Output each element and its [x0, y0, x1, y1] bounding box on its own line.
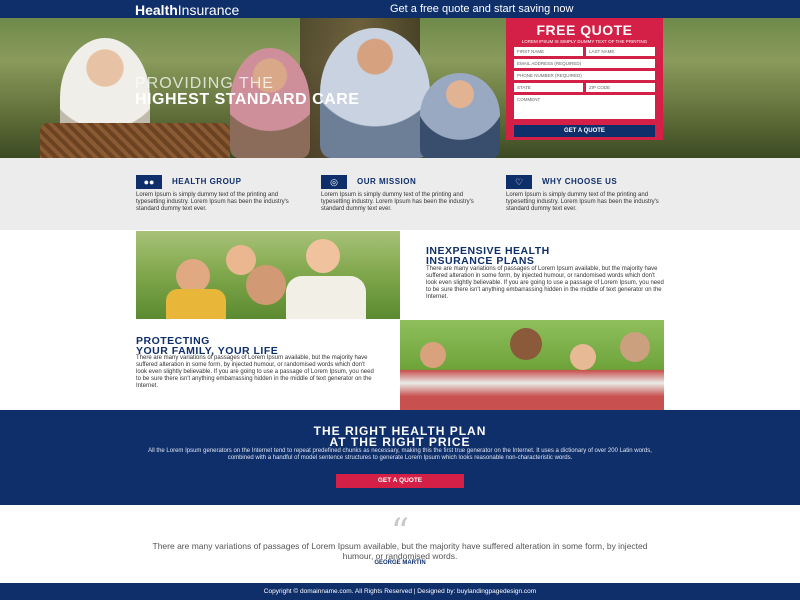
plans-title-line2: INSURANCE PLANS — [426, 255, 535, 267]
feature-text: Lorem Ipsum is simply dummy text of the … — [136, 192, 289, 212]
logo-rest: Insurance — [177, 2, 240, 18]
picnic-photo — [400, 320, 664, 410]
white-shirt — [286, 276, 366, 319]
header-tagline: Get a free quote and start saving now — [390, 3, 574, 15]
logo[interactable]: HealthInsurance — [135, 2, 239, 18]
child-face — [176, 259, 210, 293]
hero-title-line2: HIGHEST STANDARD CARE — [135, 91, 360, 108]
feature-title: OUR MISSION — [357, 177, 417, 186]
logo-bold: Health — [135, 2, 178, 18]
yellow-shirt — [166, 289, 226, 319]
cta-title-line2: AT THE RIGHT PRICE — [329, 435, 471, 449]
last-name-field[interactable]: LAST NAME — [586, 47, 655, 56]
feature-text: Lorem Ipsum is simply dummy text of the … — [506, 192, 659, 212]
handshake-icon: ♡ — [506, 175, 532, 189]
get-quote-button[interactable]: GET A QUOTE — [514, 125, 655, 137]
email-field[interactable]: EMAIL ADDRESS (REQUIRED) — [514, 59, 655, 68]
mission-icon: ◎ — [321, 175, 347, 189]
testimonial-author: GEORGE MARTIN — [374, 560, 426, 566]
hero-image: PROVIDING THE HIGHEST STANDARD CARE — [0, 18, 800, 158]
phone-field[interactable]: PHONE NUMBER (REQUIRED) — [514, 71, 655, 80]
protect-title: PROTECTING YOUR FAMILY, YOUR LIFE — [136, 336, 278, 357]
boy-face — [420, 342, 446, 368]
cta-text: All the Lorem Ipsum generators on the In… — [148, 448, 652, 461]
picnic-basket — [40, 123, 230, 158]
boy-figure — [420, 73, 500, 158]
mother-face — [306, 239, 340, 273]
feature-title: HEALTH GROUP — [172, 177, 242, 186]
protect-text: There are many variations of passages of… — [136, 355, 374, 389]
girl-face — [570, 344, 596, 370]
cta-title: THE RIGHT HEALTH PLAN AT THE RIGHT PRICE — [0, 425, 800, 449]
plans-text: There are many variations of passages of… — [426, 266, 664, 300]
feature-title: WHY CHOOSE US — [542, 177, 618, 186]
footer: Copyright © domainname.com. All Rights R… — [0, 583, 800, 600]
quote-form-title: FREE QUOTE — [536, 22, 633, 38]
cta-section: THE RIGHT HEALTH PLAN AT THE RIGHT PRICE… — [0, 410, 800, 505]
mother-face — [510, 328, 542, 360]
state-field[interactable]: STATE — [514, 83, 583, 92]
first-name-field[interactable]: FIRST NAME — [514, 47, 583, 56]
quote-form: FREE QUOTE LOREM IPSUM IS SIMPLY DUMMY T… — [506, 18, 663, 140]
quote-form-subtitle: LOREM IPSUM IS SIMPLY DUMMY TEXT OF THE … — [521, 39, 648, 44]
top-bar: HealthInsurance Get a free quote and sta… — [0, 0, 800, 18]
group-icon: ●● — [136, 175, 162, 189]
father-face — [620, 332, 650, 362]
feature-text: Lorem Ipsum is simply dummy text of the … — [321, 192, 474, 212]
plans-title: INEXPENSIVE HEALTH INSURANCE PLANS — [426, 246, 550, 267]
features-section: ●● HEALTH GROUP Lorem Ipsum is simply du… — [0, 158, 800, 230]
family-photo — [136, 231, 400, 319]
testimonial-text: There are many variations of passages of… — [152, 541, 648, 561]
zip-field[interactable]: ZIP CODE — [586, 83, 655, 92]
cta-get-quote-button[interactable]: GET A QUOTE — [336, 474, 464, 488]
father-face — [246, 265, 286, 305]
comment-field[interactable]: COMMENT — [514, 95, 655, 119]
